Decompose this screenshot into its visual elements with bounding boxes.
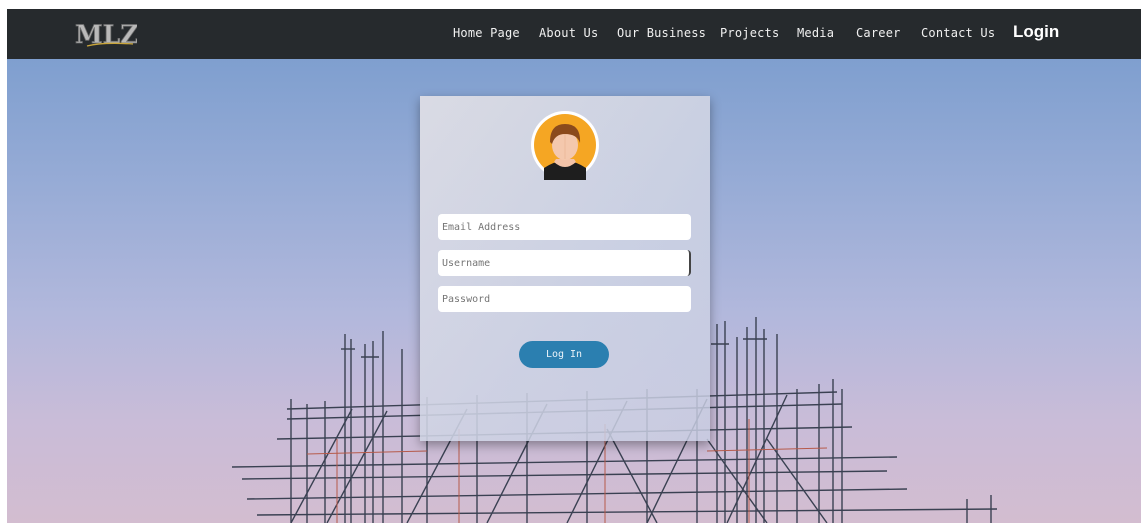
password-input[interactable] (438, 286, 691, 312)
user-avatar-icon (531, 111, 599, 180)
top-navbar: MLZ Home Page About Us Our Business Proj… (7, 9, 1141, 59)
nav-our-business[interactable]: Our Business (617, 26, 706, 40)
nav-home-page[interactable]: Home Page (453, 26, 520, 40)
login-card: Log In (420, 96, 710, 441)
nav-media[interactable]: Media (797, 26, 834, 40)
email-address-input[interactable] (438, 214, 691, 240)
nav-contact-us[interactable]: Contact Us (921, 26, 995, 40)
username-input[interactable] (438, 250, 691, 276)
nav-career[interactable]: Career (856, 26, 901, 40)
nav-login[interactable]: Login (1013, 22, 1059, 42)
mlz-logo-icon[interactable]: MLZ (73, 17, 137, 51)
hero-background: Log In (7, 59, 1141, 523)
nav-about-us[interactable]: About Us (539, 26, 598, 40)
svg-text:MLZ: MLZ (75, 20, 137, 49)
nav-projects[interactable]: Projects (720, 26, 779, 40)
log-in-button[interactable]: Log In (519, 341, 609, 368)
page: MLZ Home Page About Us Our Business Proj… (7, 9, 1141, 523)
